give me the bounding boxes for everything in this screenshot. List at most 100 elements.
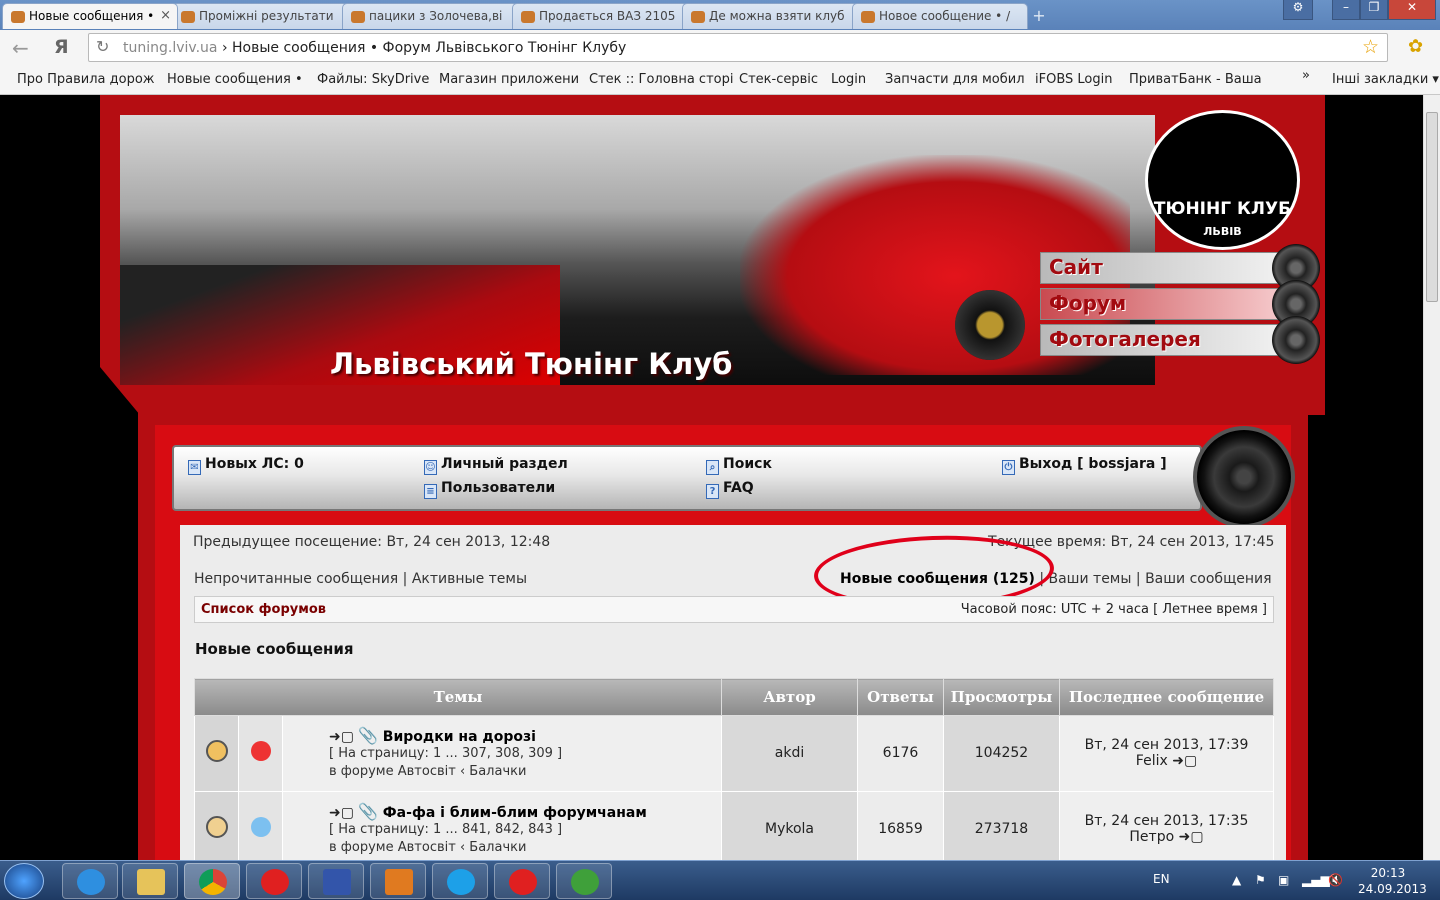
topic-forum[interactable]: в форуме Автосвіт ‹ Балачки xyxy=(329,763,721,781)
pm-link[interactable]: ✉ Новых ЛС: 0 xyxy=(188,456,304,475)
ucp-link[interactable]: ☺ Личный раздел xyxy=(424,456,568,475)
scrollbar-thumb[interactable] xyxy=(1426,112,1438,302)
members-link[interactable]: ≡ Пользователи xyxy=(424,480,555,499)
tab-4[interactable]: Продається ВАЗ 2105 xyxy=(512,3,688,29)
author-cell[interactable]: akdi xyxy=(721,714,858,792)
cool-smiley-icon xyxy=(250,817,271,838)
faq-link[interactable]: ? FAQ xyxy=(706,480,754,499)
page-scrollbar[interactable] xyxy=(1423,95,1440,860)
page-viewport: Львівський Тюнінг Клуб ТЮНІНГ КЛУБ ЛЬВІВ… xyxy=(0,95,1423,860)
topic-pages[interactable]: [ На страницу: 1 ... 307, 308, 309 ] xyxy=(329,745,721,763)
goto-last-post-icon[interactable]: ➜▢ xyxy=(1172,753,1197,769)
tray-chevron-icon[interactable]: ▲ xyxy=(1232,873,1241,887)
table-row: ➜▢ 📎 Виродки на дорозі [ На страницу: 1 … xyxy=(194,714,1274,792)
extension-icon[interactable]: ✿ xyxy=(1408,36,1423,57)
goto-last-post-icon[interactable]: ➜▢ xyxy=(1179,829,1204,845)
logout-link[interactable]: ⏻ Выход [ bossjara ] xyxy=(1002,456,1167,475)
close-window-button[interactable]: ✕ xyxy=(1388,0,1436,20)
last-post-user[interactable]: Петро xyxy=(1129,829,1174,845)
language-indicator[interactable]: EN xyxy=(1153,872,1170,886)
system-clock[interactable]: 20:13 24.09.2013 xyxy=(1358,865,1427,897)
bookmark-item[interactable]: Стек-сервіс xyxy=(739,72,818,87)
close-icon[interactable]: × xyxy=(160,8,171,23)
maximize-button[interactable]: ❐ xyxy=(1360,0,1388,20)
favicon-icon xyxy=(181,11,195,23)
topic-unread-icon xyxy=(205,740,228,763)
volume-muted-icon[interactable]: 🔇 xyxy=(1328,873,1343,887)
bookmark-item[interactable]: iFOBS Login xyxy=(1035,72,1112,87)
tab-5[interactable]: Де можна взяти клуб xyxy=(682,3,858,29)
last-post-user[interactable]: Felix xyxy=(1136,753,1168,769)
column-replies: Ответы xyxy=(857,678,944,716)
tab-6[interactable]: Новое сообщение • / xyxy=(852,3,1028,29)
yandex-icon[interactable]: Я xyxy=(54,36,69,58)
other-bookmarks[interactable]: Інші закладки ▾ xyxy=(1332,72,1439,87)
new-tab-button[interactable]: + xyxy=(1028,6,1050,25)
topic-hot-icon xyxy=(205,816,228,839)
column-topics: Темы xyxy=(194,678,722,716)
taskbar-save[interactable] xyxy=(308,863,364,899)
bookmarks-overflow[interactable]: » xyxy=(1302,68,1310,83)
search-icon: ⌕ xyxy=(706,460,719,475)
bookmark-item[interactable]: Про Правила дорож xyxy=(17,72,154,87)
topic-title-link[interactable]: Фа-фа і блим-блим форумчанам xyxy=(383,805,647,821)
angry-smiley-icon xyxy=(250,741,271,762)
goto-new-icon[interactable]: ➜▢ xyxy=(329,729,354,745)
bookmark-item[interactable]: ПриватБанк - Ваша xyxy=(1129,72,1262,87)
bookmark-item[interactable]: Файлы: SkyDrive xyxy=(317,72,429,87)
nav-site-button[interactable]: Сайт xyxy=(1040,252,1280,284)
author-cell[interactable]: Mykola xyxy=(721,790,858,860)
taskbar-media[interactable] xyxy=(370,863,426,899)
internet-explorer-icon xyxy=(77,869,105,895)
bookmark-item[interactable]: Новые сообщения • xyxy=(167,72,303,87)
address-bar[interactable]: ↻ tuning.lviv.ua › Новые сообщения • Фор… xyxy=(88,33,1388,62)
tab-2[interactable]: Проміжні результати xyxy=(172,3,348,29)
unread-posts-link[interactable]: Непрочитанные сообщения xyxy=(194,571,398,587)
help-icon: ? xyxy=(706,484,719,499)
tab-3[interactable]: пацики з Золочева,ві xyxy=(342,3,518,29)
tab-new-posts[interactable]: Новые сообщения • × xyxy=(2,3,178,29)
start-button[interactable] xyxy=(4,863,44,899)
club-logo[interactable]: ТЮНІНГ КЛУБ ЛЬВІВ xyxy=(1145,110,1300,250)
topic-title-link[interactable]: Виродки на дорозі xyxy=(383,729,536,745)
reload-icon[interactable]: ↻ xyxy=(96,37,109,56)
nav-forum-button[interactable]: Форум xyxy=(1040,288,1280,320)
taskbar-utorrent[interactable] xyxy=(556,863,612,899)
user-icon: ☺ xyxy=(424,460,437,475)
active-topics-link[interactable]: Активные темы xyxy=(412,571,527,587)
network-icon[interactable]: ▂▄▆ xyxy=(1302,873,1330,887)
taskbar-yandex[interactable] xyxy=(246,863,302,899)
bookmark-item[interactable]: Login xyxy=(831,72,866,87)
favicon-icon xyxy=(861,11,875,23)
browser-chrome: Новые сообщения • × Проміжні результати … xyxy=(0,0,1440,95)
taskbar-yandex-2[interactable] xyxy=(494,863,550,899)
browser-toolbar: ← Я ↻ tuning.lviv.ua › Новые сообщения •… xyxy=(0,30,1440,65)
settings-icon[interactable]: ⚙ xyxy=(1283,0,1313,20)
nav-gallery-button[interactable]: Фотогалерея xyxy=(1040,324,1280,356)
taskbar-chrome[interactable] xyxy=(184,863,240,899)
back-arrow-icon[interactable]: ← xyxy=(12,36,29,60)
breadcrumb: Список форумов Часовой пояс: UTC + 2 час… xyxy=(194,596,1274,623)
taskbar-skype[interactable] xyxy=(432,863,488,899)
topic-forum[interactable]: в форуме Автосвіт ‹ Балачки xyxy=(329,839,721,857)
goto-new-icon[interactable]: ➜▢ xyxy=(329,805,354,821)
bookmark-item[interactable]: Магазин приложени xyxy=(439,72,579,87)
search-link[interactable]: ⌕ Поиск xyxy=(706,456,772,475)
your-posts-link[interactable]: Ваши сообщения xyxy=(1145,571,1271,587)
column-views: Просмотры xyxy=(943,678,1060,716)
your-topics-link[interactable]: Ваши темы xyxy=(1049,571,1132,587)
tray-app-icon[interactable]: ▣ xyxy=(1278,873,1289,887)
taskbar-ie[interactable] xyxy=(62,863,118,899)
site-title: Львівський Тюнінг Клуб xyxy=(330,347,733,381)
forum-index-link[interactable]: Список форумов xyxy=(201,602,326,617)
flag-icon[interactable]: ⚑ xyxy=(1255,873,1266,887)
message-icon: ✉ xyxy=(188,460,201,475)
taskbar-explorer[interactable] xyxy=(122,863,178,899)
bookmark-item[interactable]: Стек :: Головна сторі xyxy=(589,72,733,87)
minimize-button[interactable]: – xyxy=(1332,0,1360,20)
bookmark-item[interactable]: Запчасти для мобил xyxy=(885,72,1025,87)
bookmark-star-icon[interactable]: ☆ xyxy=(1362,36,1379,58)
topic-mood-cell xyxy=(238,714,283,792)
topic-pages[interactable]: [ На страницу: 1 ... 841, 842, 843 ] xyxy=(329,821,721,839)
table-row: ➜▢ 📎 Фа-фа і блим-блим форумчанам [ На с… xyxy=(194,790,1274,860)
